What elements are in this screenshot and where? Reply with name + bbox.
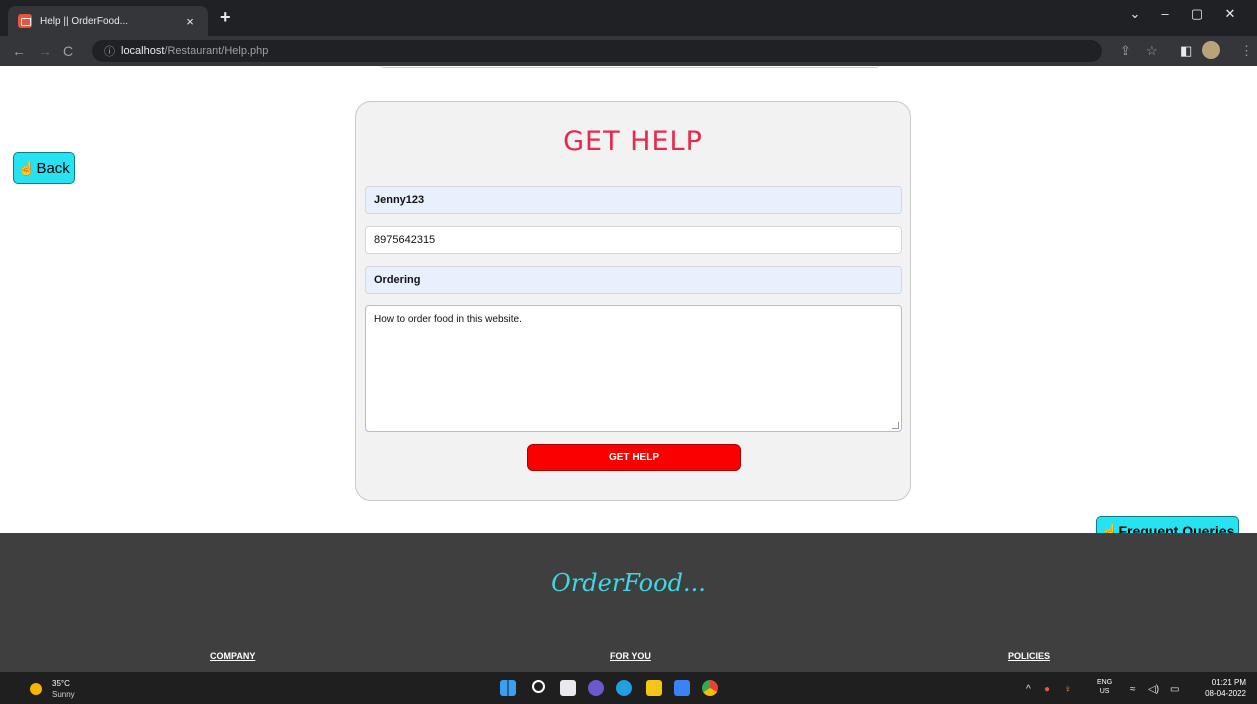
- footer-link-company[interactable]: COMPANY: [210, 651, 255, 661]
- help-form-card: GET HELP Jenny123 8975642315 Ordering Ho…: [355, 101, 911, 501]
- share-icon[interactable]: ⇪: [1120, 43, 1131, 59]
- browser-tab-bar: Help || OrderFood... × + ⌄ – ▢ ✕: [0, 0, 1257, 36]
- battery-icon[interactable]: ▭: [1170, 684, 1179, 695]
- browser-tab[interactable]: Help || OrderFood... ×: [8, 6, 208, 36]
- site-info-icon[interactable]: ⓘ: [104, 43, 115, 59]
- url-path: /Restaurant/Help.php: [164, 45, 269, 57]
- tab-close-icon[interactable]: ×: [182, 14, 198, 29]
- back-button-label: Back: [36, 159, 70, 177]
- system-clock[interactable]: 01:21 PM 08-04-2022: [1196, 677, 1246, 699]
- maximize-button[interactable]: ▢: [1182, 6, 1212, 22]
- footer-link-for-you[interactable]: FOR YOU: [610, 651, 651, 661]
- back-arrow-icon[interactable]: ←: [12, 43, 26, 59]
- topic-value: Ordering: [374, 274, 421, 286]
- clock-date: 08-04-2022: [1205, 689, 1246, 698]
- footer-link-policies[interactable]: POLICIES: [1008, 651, 1050, 661]
- mail-icon[interactable]: [674, 680, 690, 696]
- menu-dots-icon[interactable]: ⋮: [1240, 43, 1253, 59]
- form-title: GET HELP: [563, 126, 703, 157]
- divider: [380, 66, 880, 68]
- message-textarea[interactable]: How to order food in this website.: [365, 305, 902, 432]
- search-icon[interactable]: [532, 680, 545, 693]
- sun-icon[interactable]: [30, 683, 42, 695]
- address-bar[interactable]: ⓘ localhost /Restaurant/Help.php: [92, 40, 1102, 62]
- region-code: US: [1099, 688, 1110, 695]
- tab-search-icon[interactable]: ⌄: [1120, 6, 1150, 22]
- reload-icon[interactable]: C: [63, 43, 73, 59]
- browser-toolbar: ← → C ⓘ localhost /Restaurant/Help.php ⇪…: [0, 36, 1257, 66]
- page-content: ☝ Back GET HELP Jenny123 8975642315 Orde…: [0, 66, 1257, 672]
- close-window-button[interactable]: ✕: [1215, 6, 1245, 22]
- language-code: ENG: [1097, 679, 1113, 686]
- weather-temperature: 35°C: [52, 679, 70, 688]
- side-panel-icon[interactable]: ◧: [1180, 43, 1192, 59]
- task-view-icon[interactable]: [560, 680, 576, 696]
- chat-icon[interactable]: [588, 680, 604, 696]
- username-field[interactable]: Jenny123: [365, 186, 902, 214]
- username-value: Jenny123: [374, 194, 425, 206]
- volume-icon[interactable]: ◁): [1148, 684, 1159, 695]
- forward-arrow-icon[interactable]: →: [38, 43, 52, 59]
- start-menu-icon[interactable]: [500, 680, 516, 696]
- language-indicator[interactable]: ENG US: [1097, 678, 1112, 696]
- profile-avatar-icon[interactable]: [1202, 41, 1220, 59]
- weather-condition: Sunny: [52, 690, 75, 699]
- footer-brand: OrderFood...: [551, 569, 706, 597]
- bookmark-star-icon[interactable]: ☆: [1146, 43, 1158, 59]
- tab-title: Help || OrderFood...: [40, 15, 129, 27]
- clock-time: 01:21 PM: [1211, 678, 1246, 687]
- pointing-hand-icon: ☝: [18, 159, 36, 176]
- topic-field[interactable]: Ordering: [365, 266, 902, 294]
- url-host: localhost: [121, 45, 165, 57]
- file-explorer-icon[interactable]: [646, 680, 662, 696]
- get-help-button[interactable]: GET HELP: [527, 444, 741, 471]
- tray-app-icon[interactable]: ●: [1044, 684, 1050, 695]
- edge-icon[interactable]: [616, 680, 632, 696]
- microphone-icon[interactable]: ♀: [1064, 684, 1072, 695]
- chevron-up-icon[interactable]: ^: [1026, 684, 1031, 695]
- new-tab-button[interactable]: +: [220, 7, 231, 28]
- message-value: How to order food in this website.: [374, 314, 522, 325]
- minimize-button[interactable]: –: [1150, 6, 1180, 21]
- back-button[interactable]: ☝ Back: [13, 152, 75, 184]
- site-footer: OrderFood... COMPANY FOR YOU POLICIES: [0, 533, 1257, 672]
- phone-value: 8975642315: [374, 234, 436, 246]
- resize-handle-icon[interactable]: [892, 422, 899, 429]
- chrome-icon[interactable]: [702, 680, 718, 696]
- site-favicon-icon: [18, 14, 32, 28]
- wifi-icon[interactable]: ≈: [1130, 684, 1136, 695]
- phone-field[interactable]: 8975642315: [365, 226, 902, 254]
